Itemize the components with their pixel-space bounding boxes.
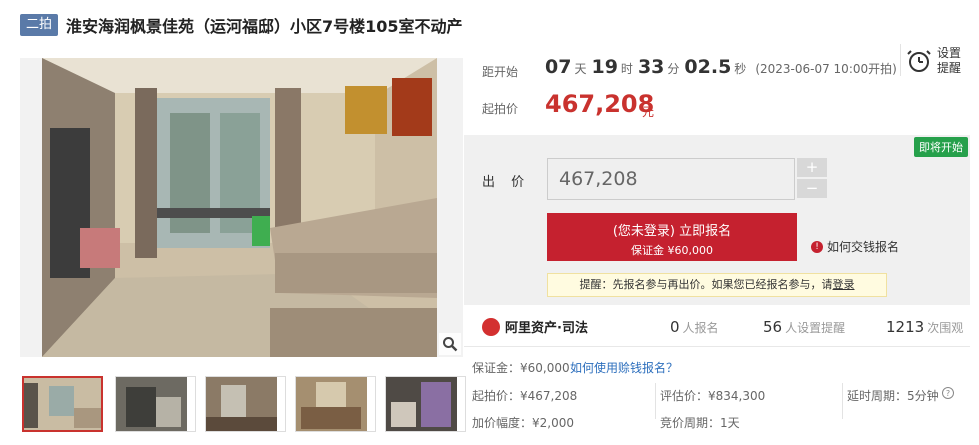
countdown-days: 07 <box>545 56 572 78</box>
house-interior-photo <box>20 58 463 357</box>
page-title: 淮安海润枫景佳苑（运河福邸）小区7号楼105室不动产 <box>66 17 463 36</box>
watch-count: 1213 次围观 <box>886 318 964 336</box>
increase-bid-button[interactable]: + <box>797 158 827 177</box>
deposit-info: 保证金：¥60,000 <box>472 361 570 375</box>
appraisal-price: 评估价：¥834,300 <box>660 389 766 403</box>
svg-text:?: ? <box>946 389 950 398</box>
column-divider <box>842 383 843 419</box>
thumbnail-1[interactable] <box>22 376 103 432</box>
alarm-clock-icon <box>907 50 931 72</box>
countdown-day-unit: 天 <box>574 62 587 76</box>
start-price-label: 起拍价 <box>482 102 519 116</box>
bid-increment: 加价幅度：¥2,000 <box>472 416 574 430</box>
delay-period: 延时周期：5分钟 <box>847 389 939 403</box>
thumbnail-5[interactable] <box>385 376 466 432</box>
thumbnail-2[interactable] <box>115 376 196 432</box>
countdown-second-unit: 秒 <box>734 62 747 76</box>
set-remind-button[interactable]: 设置 提醒 <box>907 46 967 76</box>
deposit-help-link[interactable]: 如何使用赊钱报名？ <box>570 359 678 376</box>
how-to-pay-link[interactable]: ! 如何交钱报名 <box>811 238 899 255</box>
magnifier-icon <box>443 337 458 352</box>
countdown-hours: 19 <box>591 56 618 78</box>
bid-panel: 即将开始 出 价 467,208 + − (您未登录) 立即报名 保证金 ¥60… <box>464 135 970 305</box>
auction-round-tag: 二拍 <box>20 14 59 36</box>
thumbnail-4[interactable] <box>295 376 376 432</box>
countdown-hour-unit: 时 <box>620 62 633 76</box>
stats-bar: 阿里资产·司法 0 人报名 56 人设置提醒 1213 次围观 <box>464 305 970 347</box>
help-icon[interactable]: ? <box>942 387 954 399</box>
info-icon: ! <box>811 240 823 253</box>
ali-logo-icon <box>482 317 500 336</box>
countdown-minutes: 33 <box>637 56 665 78</box>
start-time: (2023-06-07 10:00开拍) <box>755 62 897 76</box>
column-divider <box>655 383 656 419</box>
remind-label-line1: 设置 <box>937 46 962 60</box>
main-photo[interactable] <box>20 58 463 357</box>
decrease-bid-button[interactable]: − <box>797 179 827 198</box>
notice-text: 提醒：先报名参与再出价。如果您已经报名参与，请 <box>579 278 833 291</box>
signup-button-label: (您未登录) 立即报名 <box>612 224 732 239</box>
bid-period: 竞价周期：1天 <box>660 416 740 430</box>
coming-soon-badge: 即将开始 <box>914 137 968 157</box>
start-price-value: 467,208 <box>545 90 655 118</box>
remind-label-line2: 提醒 <box>937 61 962 75</box>
zoom-button[interactable] <box>439 333 461 355</box>
title-row: 二拍 淮安海润枫景佳苑（运河福邸）小区7号楼105室不动产 <box>20 12 463 38</box>
ali-assets-logo: 阿里资产·司法 <box>482 317 588 336</box>
signup-deposit-label: 保证金 ¥60,000 <box>631 244 713 257</box>
signup-button[interactable]: (您未登录) 立即报名 保证金 ¥60,000 <box>547 213 797 261</box>
ali-brand-text: 阿里资产·司法 <box>505 321 588 336</box>
countdown-seconds: 02.5 <box>684 56 732 78</box>
remind-label: 设置 提醒 <box>937 46 961 76</box>
login-link[interactable]: 登录 <box>833 278 855 291</box>
signup-count: 0 人报名 <box>670 318 719 336</box>
thumbnail-strip <box>20 376 466 434</box>
login-notice: 提醒：先报名参与再出价。如果您已经报名参与，请登录 <box>547 273 887 297</box>
how-to-pay-label: 如何交钱报名 <box>827 240 900 254</box>
remind-divider <box>900 44 901 76</box>
countdown-minute-unit: 分 <box>667 62 680 76</box>
bid-label: 出 价 <box>482 175 531 190</box>
thumbnail-3[interactable] <box>205 376 286 432</box>
countdown-label: 距开始 <box>482 65 519 79</box>
bid-price-input[interactable]: 467,208 <box>547 158 795 200</box>
start-price-detail: 起拍价：¥467,208 <box>472 389 578 403</box>
remind-count: 56 人设置提醒 <box>763 318 846 336</box>
start-price-unit: 元 <box>642 105 655 119</box>
countdown-timer: 07 天 19 时 33 分 02.5 秒 (2023-06-07 10:00开… <box>545 56 897 78</box>
